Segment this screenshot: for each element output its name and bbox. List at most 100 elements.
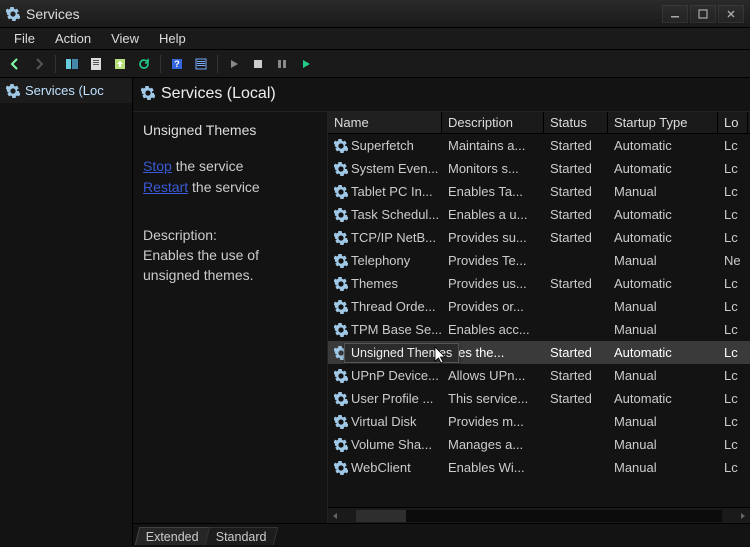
cell-startup: Automatic: [610, 345, 720, 360]
table-row[interactable]: User Profile ...This service...StartedAu…: [328, 387, 750, 410]
tab-extended[interactable]: Extended: [135, 527, 210, 545]
menu-file[interactable]: File: [4, 29, 45, 48]
start-service-button[interactable]: [223, 53, 245, 75]
cell-logon: Lc: [720, 299, 750, 314]
cell-status: Started: [546, 368, 610, 383]
cell-name: Superfetch: [330, 138, 444, 153]
table-row[interactable]: ThemesProvides us...StartedAutomaticLc: [328, 272, 750, 295]
back-button[interactable]: [4, 53, 26, 75]
scroll-thumb[interactable]: [356, 510, 406, 522]
service-name-text: System Even...: [351, 161, 438, 176]
gear-icon: [334, 369, 348, 383]
service-name-text: Virtual Disk: [351, 414, 417, 429]
table-row[interactable]: Virtual DiskProvides m...ManualLc: [328, 410, 750, 433]
help-button[interactable]: ?: [166, 53, 188, 75]
description-text: Enables the use of unsigned themes.: [143, 245, 317, 286]
table-row[interactable]: WebClientEnables Wi...ManualLc: [328, 456, 750, 479]
cell-name: Task Schedul...: [330, 207, 444, 222]
cell-logon: Lc: [720, 391, 750, 406]
cell-description: bles the...: [444, 345, 546, 360]
gear-icon: [6, 84, 20, 98]
gear-icon: [334, 438, 348, 452]
cell-startup: Automatic: [610, 276, 720, 291]
tree-node-services-local[interactable]: Services (Loc: [0, 78, 132, 103]
cell-logon: Lc: [720, 437, 750, 452]
scroll-left-button[interactable]: [328, 509, 342, 523]
table-header: Name Description Status Startup Type Lo: [328, 112, 750, 134]
horizontal-scrollbar[interactable]: [328, 507, 750, 523]
separator: [160, 55, 161, 73]
col-header-startup[interactable]: Startup Type: [608, 112, 718, 133]
col-header-logon[interactable]: Lo: [718, 112, 748, 133]
cell-description: Provides us...: [444, 276, 546, 291]
table-row[interactable]: TelephonyProvides Te...ManualNe: [328, 249, 750, 272]
service-name-text: Volume Sha...: [351, 437, 432, 452]
col-header-description[interactable]: Description: [442, 112, 544, 133]
col-header-status[interactable]: Status: [544, 112, 608, 133]
cell-description: Provides Te...: [444, 253, 546, 268]
scroll-track[interactable]: [356, 510, 722, 522]
cell-name: UPnP Device...: [330, 368, 444, 383]
table-row[interactable]: System Even...Monitors s...StartedAutoma…: [328, 157, 750, 180]
export-list-button[interactable]: [109, 53, 131, 75]
table-row[interactable]: SuperfetchMaintains a...StartedAutomatic…: [328, 134, 750, 157]
gear-icon: [334, 139, 348, 153]
table-row[interactable]: Task Schedul...Enables a u...StartedAuto…: [328, 203, 750, 226]
maximize-button[interactable]: [690, 5, 716, 23]
service-name-text: Telephony: [351, 253, 410, 268]
cell-name: Volume Sha...: [330, 437, 444, 452]
body: Services (Loc Services (Local) Unsigned …: [0, 78, 750, 545]
title-bar: Services: [0, 0, 750, 28]
gear-icon: [334, 208, 348, 222]
cell-startup: Manual: [610, 253, 720, 268]
gear-icon: [334, 415, 348, 429]
show-hide-tree-button[interactable]: [61, 53, 83, 75]
cell-startup: Automatic: [610, 161, 720, 176]
cell-status: Started: [546, 345, 610, 360]
minimize-button[interactable]: [662, 5, 688, 23]
cell-logon: Lc: [720, 207, 750, 222]
refresh-button[interactable]: [133, 53, 155, 75]
cell-startup: Manual: [610, 460, 720, 475]
table-row[interactable]: TPM Base Se...Enables acc...ManualLc: [328, 318, 750, 341]
service-name-text: TPM Base Se...: [351, 322, 442, 337]
scroll-right-button[interactable]: [736, 509, 750, 523]
services-table: Name Description Status Startup Type Lo …: [327, 112, 750, 523]
stop-service-button[interactable]: [247, 53, 269, 75]
stop-line: Stop the service: [143, 156, 317, 176]
cell-name: WebClient: [330, 460, 444, 475]
close-button[interactable]: [718, 5, 744, 23]
forward-button[interactable]: [28, 53, 50, 75]
table-row[interactable]: Tablet PC In...Enables Ta...StartedManua…: [328, 180, 750, 203]
service-name-text: UPnP Device...: [351, 368, 439, 383]
cell-description: Enables a u...: [444, 207, 546, 222]
svg-text:?: ?: [174, 59, 180, 69]
restart-line: Restart the service: [143, 177, 317, 197]
cell-status: Started: [546, 230, 610, 245]
service-name-text: User Profile ...: [351, 391, 433, 406]
cell-status: Started: [546, 207, 610, 222]
restart-link[interactable]: Restart: [143, 179, 188, 195]
menu-view[interactable]: View: [101, 29, 149, 48]
content-header: Services (Local): [133, 78, 750, 111]
gear-icon: [334, 461, 348, 475]
table-row[interactable]: Thread Orde...Provides or...ManualLc: [328, 295, 750, 318]
col-header-name[interactable]: Name: [328, 112, 442, 133]
table-row[interactable]: Volume Sha...Manages a...ManualLc: [328, 433, 750, 456]
menu-bar: File Action View Help: [0, 28, 750, 50]
app-icon: [6, 7, 20, 21]
restart-service-button[interactable]: [295, 53, 317, 75]
table-row[interactable]: UPnP Device...Allows UPn...StartedManual…: [328, 364, 750, 387]
stop-link[interactable]: Stop: [143, 158, 172, 174]
menu-action[interactable]: Action: [45, 29, 101, 48]
table-row[interactable]: TCP/IP NetB...Provides su...StartedAutom…: [328, 226, 750, 249]
service-name-text: Task Schedul...: [351, 207, 439, 222]
gear-icon: [334, 185, 348, 199]
mouse-cursor-icon: [434, 346, 448, 366]
menu-help[interactable]: Help: [149, 29, 196, 48]
cell-startup: Automatic: [610, 230, 720, 245]
list-button[interactable]: [190, 53, 212, 75]
tab-standard[interactable]: Standard: [205, 527, 278, 545]
pause-service-button[interactable]: [271, 53, 293, 75]
properties-button[interactable]: [85, 53, 107, 75]
